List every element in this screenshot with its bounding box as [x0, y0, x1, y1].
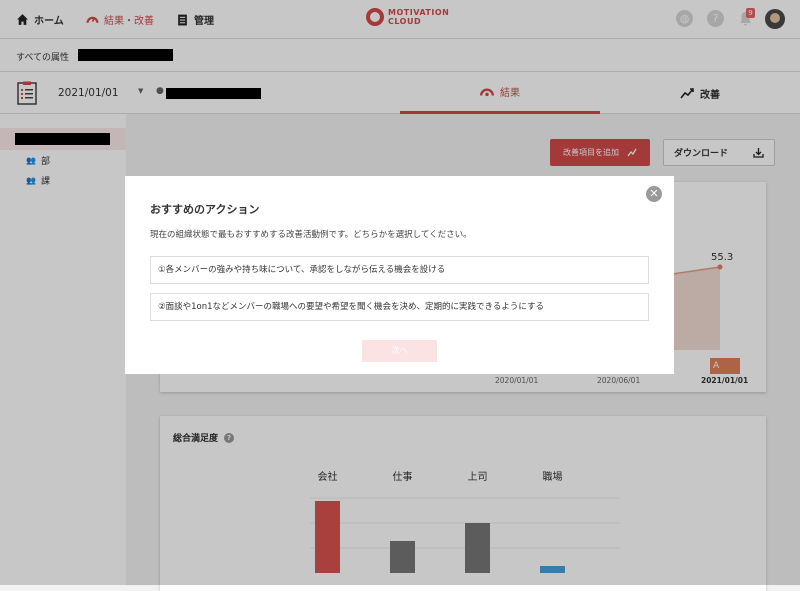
modal-title: おすすめのアクション — [150, 203, 260, 216]
next-button[interactable]: 次へ — [362, 340, 437, 362]
action-option-1[interactable]: ①各メンバーの強みや持ち味について、承認をしながら伝える機会を設ける — [150, 256, 649, 284]
close-icon[interactable]: ✕ — [646, 186, 662, 202]
recommended-action-modal: おすすめのアクション ✕ 現在の組織状態で最もおすすめする改善活動例です。どちら… — [125, 176, 674, 374]
action-option-2[interactable]: ②面談や1on1などメンバーの職場への要望や希望を聞く機会を決め、定期的に実践で… — [150, 293, 649, 321]
modal-description: 現在の組織状態で最もおすすめする改善活動例です。どちらかを選択してください。 — [150, 230, 472, 240]
